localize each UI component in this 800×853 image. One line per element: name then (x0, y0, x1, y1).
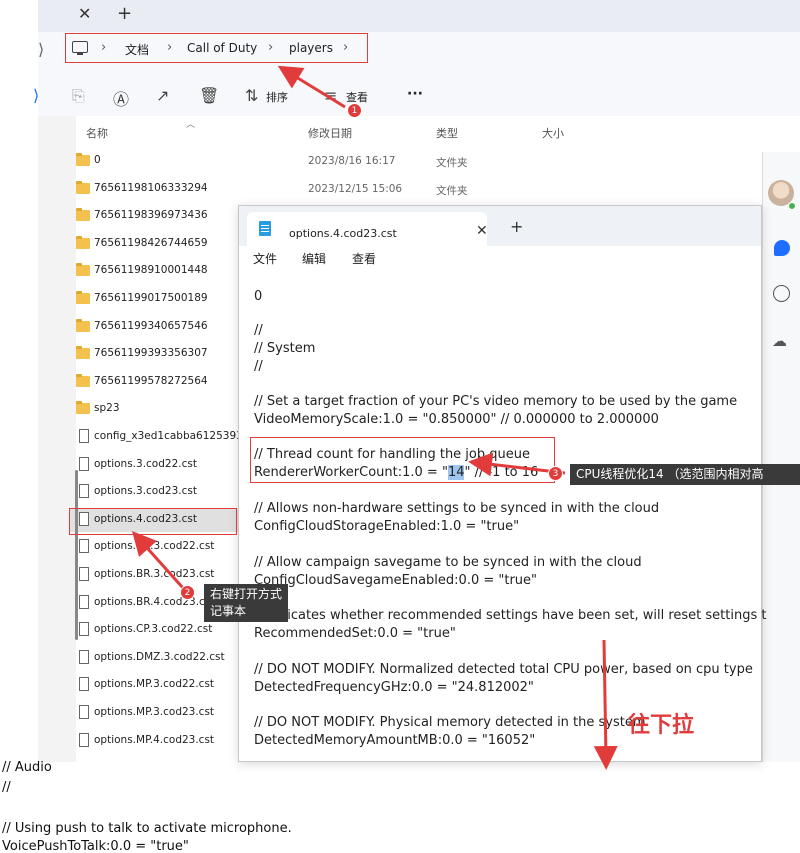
callout-cpu-thread: CPU线程优化14 （选范围内相对高 (570, 464, 800, 485)
callout-line: 右键打开方式 (210, 587, 283, 601)
callout-line: 记事本 (210, 604, 247, 618)
step-badge-1: 1 (347, 103, 362, 118)
step-badge-2: 2 (180, 585, 195, 600)
callout-open-with-notepad: 右键打开方式 记事本 (204, 584, 289, 622)
step-badge-3: 3 (548, 466, 563, 481)
scroll-down-hint: 往下拉 (628, 713, 695, 738)
